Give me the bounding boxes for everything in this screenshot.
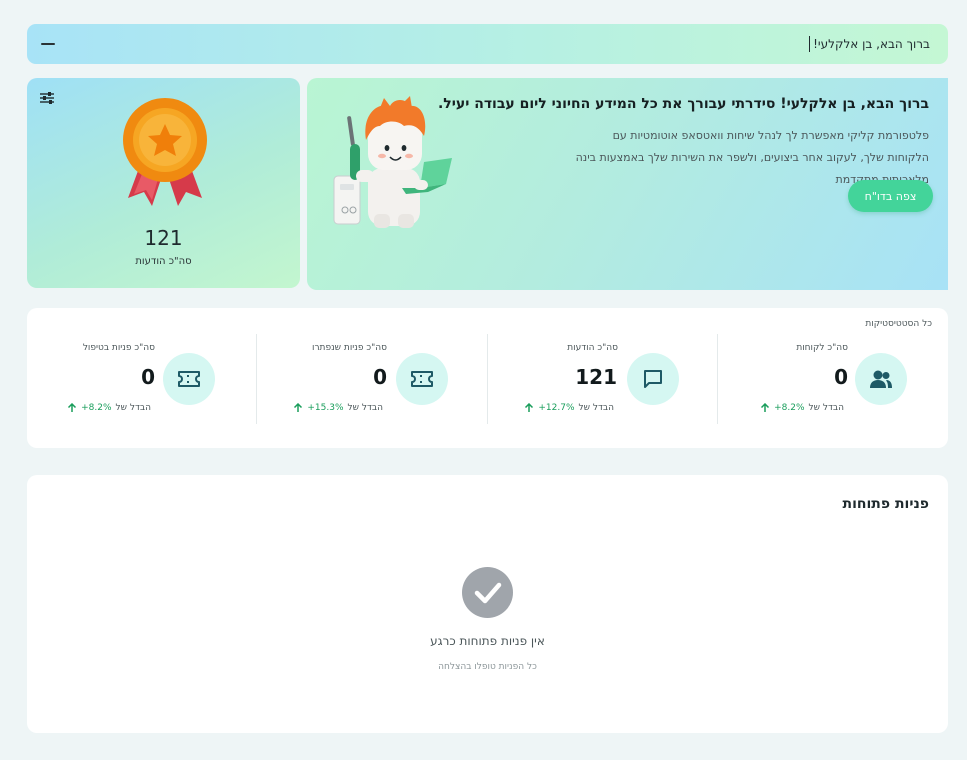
view-report-button[interactable]: צפה בדו"ח xyxy=(848,180,933,212)
top-greeting-bar: ברוך הבא, בן אלקלעי! xyxy=(27,24,948,64)
change-prefix: הבדל של xyxy=(578,403,614,413)
stat-label: סה"כ פניות בטיפול xyxy=(82,343,155,353)
stat-change: הבדל של +8.2% xyxy=(67,403,151,413)
change-percent: +8.2% xyxy=(81,403,112,413)
empty-state-subtitle: כל הפניות טופלו בהצלחה xyxy=(438,662,537,672)
divider xyxy=(487,334,488,424)
change-percent: +15.3% xyxy=(307,403,344,413)
stat-change: הבדל של +8.2% xyxy=(760,403,844,413)
total-messages-label: סה"כ הודעות xyxy=(135,256,192,267)
stat-label: סה"כ לקוחות xyxy=(796,343,848,353)
minus-icon[interactable] xyxy=(41,43,55,45)
stat-label: סה"כ פניות שנפתרו xyxy=(312,343,387,353)
stat-label: סה"כ הודעות xyxy=(567,343,618,353)
stat-total-messages: סה"כ הודעות 121 הבדל של +12.7% xyxy=(488,333,718,423)
change-percent: +8.2% xyxy=(774,403,805,413)
stat-resolved-tickets: סה"כ פניות שנפתרו 0 הבדל של +15.3% xyxy=(257,333,487,423)
stats-card: כל הסטטיסטיקות סה"כ לקוחות 0 הבדל של +8.… xyxy=(27,308,948,448)
ticket-icon xyxy=(163,353,215,405)
welcome-title: ברוך הבא, בן אלקלעי! סידרתי עבורך את כל … xyxy=(437,96,929,112)
stat-change: הבדל של +12.7% xyxy=(524,403,614,413)
empty-state-title: אין פניות פתוחות כרגע xyxy=(430,634,545,648)
check-circle-icon xyxy=(462,567,513,618)
ticket-icon xyxy=(396,353,448,405)
change-prefix: הבדל של xyxy=(347,403,383,413)
stat-value: 0 xyxy=(373,365,387,389)
welcome-card: ברוך הבא, בן אלקלעי! סידרתי עבורך את כל … xyxy=(307,78,948,290)
arrow-up-icon xyxy=(761,403,770,412)
open-tickets-card: פניות פתוחות אין פניות פתוחות כרגע כל הפ… xyxy=(27,475,948,733)
stat-change: הבדל של +15.3% xyxy=(293,403,383,413)
medal-icon xyxy=(123,98,207,206)
change-percent: +12.7% xyxy=(538,403,575,413)
greeting-title: ברוך הבא, בן אלקלעי! xyxy=(809,36,930,52)
stat-value: 0 xyxy=(141,365,155,389)
message-icon xyxy=(627,353,679,405)
open-tickets-title: פניות פתוחות xyxy=(842,496,929,512)
arrow-up-icon xyxy=(68,403,77,412)
change-prefix: הבדל של xyxy=(808,403,844,413)
stat-total-customers: סה"כ לקוחות 0 הבדל של +8.2% xyxy=(718,333,948,423)
arrow-up-icon xyxy=(294,403,303,412)
total-messages-value: 121 xyxy=(144,226,183,250)
stats-heading: כל הסטטיסטיקות xyxy=(865,319,932,329)
award-card: 121 סה"כ הודעות xyxy=(27,78,300,288)
mascot-illustration xyxy=(333,96,452,228)
change-prefix: הבדל של xyxy=(115,403,151,413)
stat-value: 0 xyxy=(834,365,848,389)
stat-in-progress-tickets: סה"כ פניות בטיפול 0 הבדל של +8.2% xyxy=(27,333,257,423)
stat-value: 121 xyxy=(575,365,617,389)
users-icon xyxy=(855,353,907,405)
arrow-up-icon xyxy=(525,403,534,412)
sliders-icon[interactable] xyxy=(40,92,54,104)
